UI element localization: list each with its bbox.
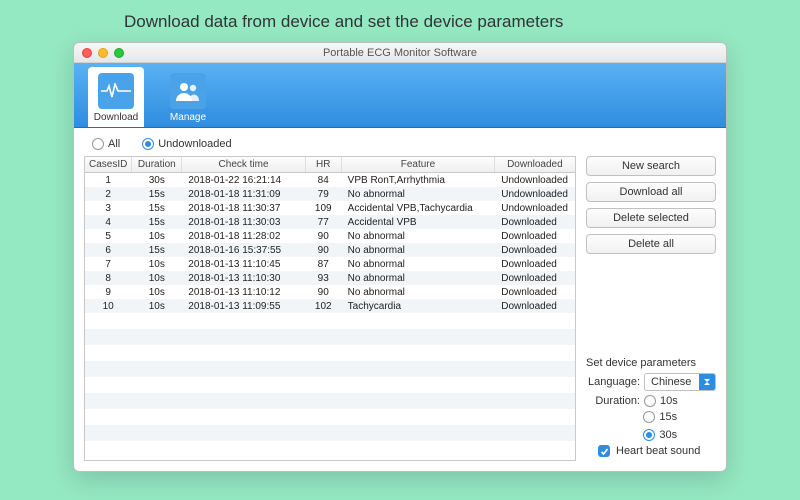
filter-undownloaded-label: Undownloaded xyxy=(158,138,231,150)
table-row xyxy=(85,313,575,329)
filter-group: All Undownloaded xyxy=(84,136,576,156)
table-row xyxy=(85,377,575,393)
heartbeat-checkbox[interactable] xyxy=(598,445,610,457)
table-row xyxy=(85,361,575,377)
page-heading: Download data from device and set the de… xyxy=(0,0,800,42)
col-header-hr[interactable]: HR xyxy=(305,157,341,173)
main-toolbar: Download Manage xyxy=(74,63,726,128)
table-row[interactable]: 1010s2018-01-13 11:09:55102TachycardiaDo… xyxy=(85,299,575,313)
titlebar: Portable ECG Monitor Software xyxy=(74,43,726,63)
table-row[interactable]: 710s2018-01-13 11:10:4587No abnormalDown… xyxy=(85,257,575,271)
table-row xyxy=(85,329,575,345)
tab-download[interactable]: Download xyxy=(88,67,144,127)
app-window: Portable ECG Monitor Software Download M… xyxy=(73,42,727,472)
download-all-button[interactable]: Download all xyxy=(586,182,716,202)
ecg-icon xyxy=(98,73,134,109)
filter-undownloaded[interactable]: Undownloaded xyxy=(142,138,231,150)
language-select[interactable]: Chinese xyxy=(644,373,716,391)
col-header-feature[interactable]: Feature xyxy=(341,157,495,173)
duration-10s[interactable]: 10s xyxy=(644,395,678,407)
window-title: Portable ECG Monitor Software xyxy=(74,47,726,59)
table-row[interactable]: 910s2018-01-13 11:10:1290No abnormalDown… xyxy=(85,285,575,299)
people-icon xyxy=(170,73,206,109)
col-header-checktime[interactable]: Check time xyxy=(182,157,306,173)
table-row[interactable]: 510s2018-01-18 11:28:0290No abnormalDown… xyxy=(85,229,575,243)
radio-icon xyxy=(644,395,656,407)
tab-manage-label: Manage xyxy=(170,112,206,123)
table-row[interactable]: 215s2018-01-18 11:31:0979No abnormalUndo… xyxy=(85,187,575,201)
radio-icon xyxy=(142,138,154,150)
device-params: Set device parameters Language: Chinese … xyxy=(586,357,716,461)
col-header-downloaded[interactable]: Downloaded xyxy=(495,157,575,173)
chevron-down-icon xyxy=(699,374,715,390)
params-title: Set device parameters xyxy=(586,357,716,369)
new-search-button[interactable]: New search xyxy=(586,156,716,176)
tab-download-label: Download xyxy=(94,112,138,123)
table-row xyxy=(85,409,575,425)
duration-label: Duration: xyxy=(586,395,640,407)
delete-all-button[interactable]: Delete all xyxy=(586,234,716,254)
table-row xyxy=(85,345,575,361)
col-header-duration[interactable]: Duration xyxy=(132,157,182,173)
radio-icon xyxy=(643,429,655,441)
table-row[interactable]: 415s2018-01-18 11:30:0377Accidental VPBD… xyxy=(85,215,575,229)
table-row[interactable]: 810s2018-01-13 11:10:3093No abnormalDown… xyxy=(85,271,575,285)
table-row xyxy=(85,393,575,409)
radio-icon xyxy=(92,138,104,150)
filter-all-label: All xyxy=(108,138,120,150)
delete-selected-button[interactable]: Delete selected xyxy=(586,208,716,228)
table-row[interactable]: 615s2018-01-16 15:37:5590No abnormalDown… xyxy=(85,243,575,257)
table-row[interactable]: 130s2018-01-22 16:21:1484VPB RonT,Arrhyt… xyxy=(85,173,575,188)
language-value: Chinese xyxy=(651,376,691,388)
cases-table[interactable]: CasesID Duration Check time HR Feature D… xyxy=(84,156,576,461)
table-row xyxy=(85,425,575,441)
language-label: Language: xyxy=(586,376,640,388)
table-row[interactable]: 315s2018-01-18 11:30:37109Accidental VPB… xyxy=(85,201,575,215)
filter-all[interactable]: All xyxy=(92,138,120,150)
duration-30s[interactable]: 30s xyxy=(643,429,677,441)
radio-icon xyxy=(643,411,655,423)
col-header-id[interactable]: CasesID xyxy=(85,157,132,173)
tab-manage[interactable]: Manage xyxy=(160,71,216,127)
duration-15s[interactable]: 15s xyxy=(643,411,677,423)
action-panel: New search Download all Delete selected … xyxy=(586,136,716,461)
heartbeat-label: Heart beat sound xyxy=(616,445,700,457)
